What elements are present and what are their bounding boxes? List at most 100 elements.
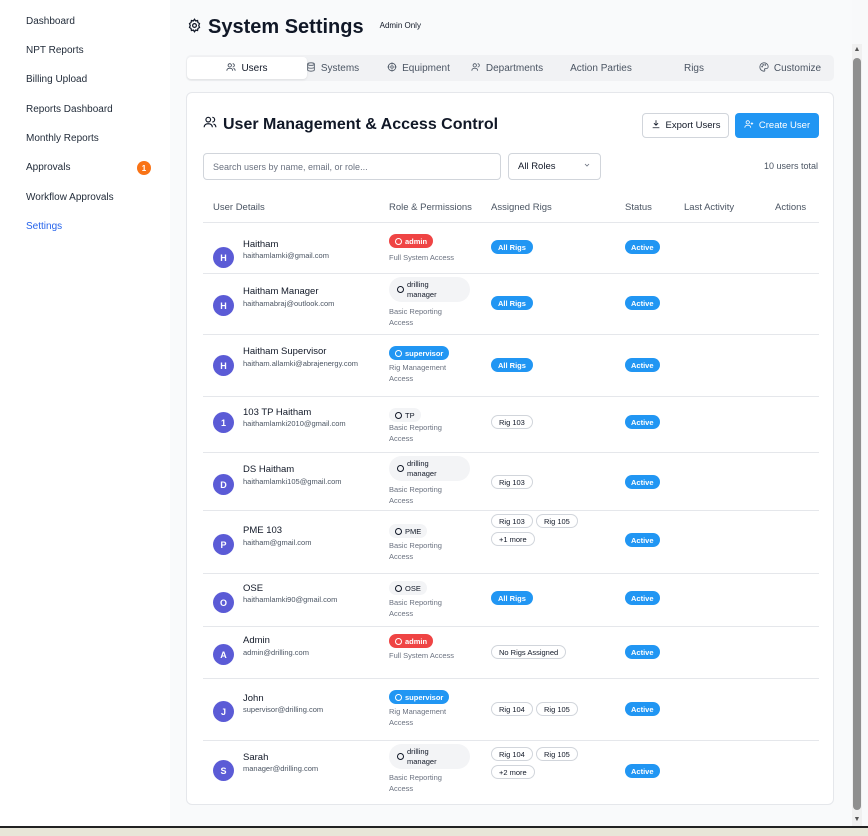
role-line: manager (407, 756, 437, 766)
create-user-button[interactable]: Create User (735, 113, 819, 138)
table-row[interactable]: D DS Haitham haithamlamki105@gmail.com dril… (203, 453, 819, 511)
export-users-label: Export Users (665, 120, 721, 131)
tab-label: Customize (773, 62, 822, 74)
table-row[interactable]: 1 103 TP Haitham haithamlamki2010@gmail.co… (203, 397, 819, 453)
role-line: drilling (407, 279, 429, 289)
sidebar: Dashboard NPT Reports Billing Upload Rep… (0, 0, 170, 826)
user-name: Admin (243, 635, 270, 646)
tab-label: Rigs (683, 62, 704, 74)
role-badge: admin (389, 234, 434, 248)
more-rigs-badge[interactable]: +2 more (491, 765, 535, 779)
card-title: User Management & Access Control (203, 115, 498, 134)
table-header: User Details Role & Permissions Assigned… (203, 193, 819, 223)
column-header: Actions (775, 202, 807, 213)
rig-badge: No Rigs Assigned (491, 645, 567, 659)
role-badge-text: admin (405, 636, 428, 646)
page-title: System Settings (208, 16, 364, 38)
vertical-scrollbar[interactable]: ▲ ▼ (852, 44, 862, 826)
sidebar-item-label: Settings (26, 221, 63, 232)
user-email: haithamabraj@outlook.com (243, 299, 335, 308)
access-level: Rig Management Access (389, 363, 447, 383)
role-badge-text: supervisor (405, 348, 444, 358)
role-badge: OSE (389, 581, 427, 595)
sidebar-item-dashboard[interactable]: Dashboard (26, 16, 75, 27)
search-input[interactable]: Search users by name, email, or role... (203, 153, 501, 180)
status-badge: Active (625, 591, 660, 605)
avatar: 1 (213, 412, 234, 433)
column-header: Status (625, 202, 652, 213)
palette-icon (759, 61, 769, 75)
status-badge: Active (625, 240, 660, 254)
approvals-count-badge: 1 (137, 161, 151, 175)
role-filter-select[interactable]: All Roles (508, 153, 601, 180)
user-name: DS Haitham (243, 464, 295, 475)
users-icon (226, 62, 237, 75)
role-badge-text: drilling manager (407, 280, 437, 300)
status-badge: Active (625, 764, 660, 778)
tab-equipment[interactable]: Equipment (381, 57, 456, 79)
column-header: User Details (213, 202, 265, 213)
tab-label: Equipment (402, 62, 450, 74)
rig-badge: All Rigs (491, 358, 533, 372)
table-row[interactable]: S Sarah manager@drilling.com drilling manage… (203, 741, 819, 805)
table-row[interactable]: J John supervisor@drilling.com supervisor Ri… (203, 679, 819, 741)
sidebar-item-label: NPT Reports (26, 45, 84, 56)
tab-action-parties[interactable]: Action Parties (561, 57, 641, 79)
scroll-thumb[interactable] (853, 58, 861, 810)
access-level: Rig Management Access (389, 707, 447, 727)
role-badge-text: drilling manager (407, 459, 437, 479)
page-header: System Settings Admin Only (187, 16, 421, 39)
sidebar-item-label: Workflow Approvals (26, 192, 114, 203)
rig-badge: Rig 105 (536, 514, 578, 528)
table-row[interactable]: H Haitham haithamlamki@gmail.com admin Full … (203, 223, 819, 274)
tab-systems[interactable]: Systems (290, 57, 375, 79)
user-name: OSE (243, 583, 264, 594)
role-badge-text: supervisor (405, 692, 444, 702)
avatar: P (213, 534, 234, 555)
more-rigs-badge[interactable]: +1 more (491, 532, 535, 546)
table-row[interactable]: H Haitham Manager haithamabraj@outlook.com… (203, 274, 819, 335)
sidebar-item-settings[interactable]: Settings (26, 221, 62, 232)
sidebar-item-npt-reports[interactable]: NPT Reports (26, 45, 84, 56)
user-name: Haitham Supervisor (243, 346, 327, 357)
sidebar-item-label: Billing Upload (26, 74, 88, 85)
database-icon (306, 61, 316, 75)
rig-badge: All Rigs (491, 240, 533, 254)
role-line: drilling (407, 746, 429, 756)
avatar: O (213, 592, 234, 613)
user-email: admin@drilling.com (243, 648, 309, 657)
user-email: haithamlamki2010@gmail.com (243, 419, 346, 428)
scroll-up-icon[interactable]: ▲ (853, 46, 861, 54)
sidebar-item-approvals[interactable]: Approvals (26, 162, 70, 173)
access-level: Basic Reporting Access (389, 773, 442, 793)
sidebar-item-billing-upload[interactable]: Billing Upload (26, 74, 87, 85)
sidebar-item-workflow-approvals[interactable]: Workflow Approvals (26, 192, 114, 203)
sidebar-item-reports-dashboard[interactable]: Reports Dashboard (26, 104, 113, 115)
tab-users[interactable]: Users (187, 57, 307, 79)
role-line: manager (407, 468, 437, 478)
rig-badge: Rig 103 (491, 514, 533, 528)
access-level: Full System Access (389, 651, 455, 660)
avatar: H (213, 247, 234, 268)
avatar: S (213, 760, 234, 781)
role-line: manager (407, 289, 437, 299)
export-users-button[interactable]: Export Users (642, 113, 729, 138)
tab-rigs[interactable]: Rigs (664, 57, 724, 79)
table-row[interactable]: A Admin admin@drilling.com admin Full System… (203, 627, 819, 679)
role-badge-text: drilling manager (407, 747, 437, 767)
avatar: H (213, 295, 234, 316)
table-row[interactable]: H Haitham Supervisor haitham.allamki@abraj… (203, 335, 819, 397)
sidebar-item-monthly-reports[interactable]: Monthly Reports (26, 133, 99, 144)
user-name: Sarah (243, 752, 269, 763)
table-row[interactable]: P PME 103 haitham@gmail.com PME Basic Report… (203, 511, 819, 574)
user-email: supervisor@drilling.com (243, 705, 324, 714)
admin-only-badge: Admin Only (379, 21, 421, 30)
tab-customize[interactable]: Customize (746, 57, 834, 79)
user-name: Haitham (243, 239, 279, 250)
status-badge: Active (625, 358, 660, 372)
scroll-down-icon[interactable]: ▼ (853, 816, 861, 824)
role-badge: supervisor (389, 690, 450, 704)
tab-departments[interactable]: Departments (466, 57, 548, 79)
access-level: Basic Reporting Access (389, 485, 442, 505)
table-row[interactable]: O OSE haithamlamki90@gmail.com OSE Basic Rep… (203, 574, 819, 627)
